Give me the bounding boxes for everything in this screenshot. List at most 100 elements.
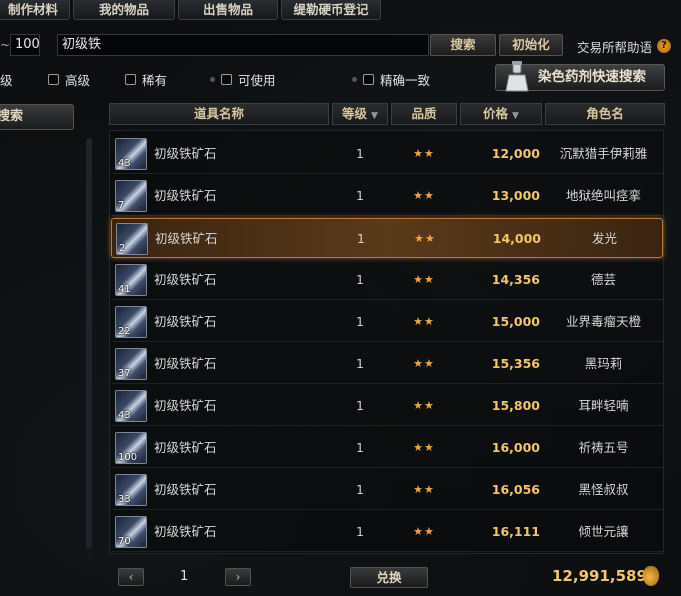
table-header: 道具名称 等级 ▼ 品质 价格 ▼ 角色名 [109,103,668,125]
table-row[interactable]: 7 初级铁矿石 1 ★★ 13,000 地狱绝叫痉挛 [111,176,663,216]
item-price: 16,000 [491,440,540,455]
item-price: 12,000 [491,146,540,161]
item-quantity: 22 [118,326,131,337]
left-scrollbar-thumb[interactable] [86,138,92,548]
item-quantity: 41 [118,284,131,295]
iron-ore-icon: 33 [115,474,147,506]
level-range-separator: ~ [0,38,11,52]
seller-name: 黑怪叔叔 [578,482,629,497]
item-quality: ★★ [413,273,435,286]
tab-my-items[interactable]: 我的物品 [73,0,175,20]
seller-name: 耳畔轻喃 [578,398,629,413]
search-button[interactable]: 搜索 [430,34,496,56]
tab-crafting-materials[interactable]: 制作材料 [0,0,70,20]
table-row[interactable]: 100 初级铁矿石 1 ★★ 16,000 祈祷五号 [111,428,663,468]
seller-name: 沉默猎手伊莉雅 [559,146,648,161]
item-name: 初级铁矿石 [154,188,217,203]
item-level: 1 [356,314,364,329]
item-quantity: 7 [118,200,125,211]
rare-checkbox[interactable] [125,74,136,85]
table-row[interactable]: 33 初级铁矿石 1 ★★ 16,056 黑怪叔叔 [111,470,663,510]
left-scrollbar[interactable] [86,138,92,558]
item-quantity: 100 [118,452,138,463]
item-quantity: 2 [119,243,126,254]
dot-icon [210,77,215,82]
usable-checkbox[interactable] [221,74,232,85]
item-level: 1 [356,482,364,497]
search-input[interactable]: 初级铁 [57,34,429,56]
left-search-button[interactable]: 搜索 [0,104,74,130]
iron-ore-icon: 22 [115,306,147,338]
item-name: 初级铁矿石 [154,314,217,329]
item-quality: ★★ [413,441,435,454]
seller-name: 地狱绝叫痉挛 [565,188,641,203]
col-price[interactable]: 价格 ▼ [460,103,542,125]
help-label: 交易所帮助语 [577,40,653,55]
table-row[interactable]: 22 初级铁矿石 1 ★★ 15,000 业界毒瘤天橙 [111,302,663,342]
item-level: 1 [356,398,364,413]
next-page-button[interactable]: › [225,568,251,586]
prev-page-button[interactable]: ‹ [118,568,144,586]
item-quality: ★★ [413,189,435,202]
item-level: 1 [356,188,364,203]
item-price: 15,800 [491,398,540,413]
sort-down-icon: ▼ [512,111,519,121]
filter-advanced[interactable]: 高级 [48,70,90,89]
advanced-label: 高级 [65,73,91,88]
item-quality: ★★ [413,357,435,370]
item-name: 初级铁矿石 [155,231,218,246]
table-row[interactable]: 43 初级铁矿石 1 ★★ 12,000 沉默猎手伊莉雅 [111,134,663,174]
item-quantity: 43 [118,410,131,421]
sort-down-icon: ▼ [371,111,378,121]
dye-quick-search-label: 染色药剂快速搜索 [538,69,646,85]
item-level: 1 [356,356,364,371]
usable-label: 可使用 [238,73,276,88]
dye-quick-search-button[interactable]: 染色药剂快速搜索 [495,61,665,92]
filter-rare[interactable]: 稀有 [125,70,167,89]
dot-icon [352,77,357,82]
item-name: 初级铁矿石 [154,398,217,413]
filter-level-label: 级 [0,73,13,88]
col-quality[interactable]: 品质 [391,103,457,125]
col-level[interactable]: 等级 ▼ [332,103,388,125]
table-row[interactable]: 2 初级铁矿石 1 ★★ 14,000 发光 [111,218,663,258]
reset-button[interactable]: 初始化 [499,34,563,56]
seller-name: 业界毒瘤天橙 [565,314,641,329]
iron-ore-icon: 70 [115,516,147,548]
iron-ore-icon: 41 [115,264,147,296]
col-price-label: 价格 [483,106,509,121]
item-name: 初级铁矿石 [154,482,217,497]
col-item-name[interactable]: 道具名称 [109,103,329,125]
tab-sell-items[interactable]: 出售物品 [178,0,278,20]
item-quantity: 70 [118,536,131,547]
tab-bar: 制作材料 我的物品 出售物品 缇勒硬币登记 [0,0,384,20]
item-name: 初级铁矿石 [154,356,217,371]
level-max-input[interactable]: 100 [10,34,40,56]
table-row[interactable]: 41 初级铁矿石 1 ★★ 14,356 德芸 [111,260,663,300]
item-level: 1 [357,231,365,246]
item-quality: ★★ [413,483,435,496]
item-name: 初级铁矿石 [154,524,217,539]
table-row[interactable]: 37 初级铁矿石 1 ★★ 15,356 黑玛莉 [111,344,663,384]
iron-ore-icon: 43 [115,138,147,170]
item-price: 14,356 [491,272,540,287]
exchange-button[interactable]: 兑换 [350,567,428,588]
table-row[interactable]: 70 初级铁矿石 1 ★★ 16,111 倾世元讓 [111,512,663,552]
seller-name: 发光 [591,231,617,246]
help-icon[interactable]: ? [657,39,671,53]
seller-name: 德芸 [590,272,616,287]
filter-exact[interactable]: 精确一致 [352,70,430,89]
item-level: 1 [356,146,364,161]
filter-usable[interactable]: 可使用 [210,70,276,89]
col-character-name[interactable]: 角色名 [545,103,665,125]
item-quality: ★★ [414,232,436,245]
item-price: 14,000 [492,231,541,246]
item-quality: ★★ [413,399,435,412]
table-row[interactable]: 43 初级铁矿石 1 ★★ 15,800 耳畔轻喃 [111,386,663,426]
exact-checkbox[interactable] [363,74,374,85]
seller-name: 倾世元讓 [578,524,629,539]
iron-ore-icon: 37 [115,348,147,380]
tab-tiller-coin-register[interactable]: 缇勒硬币登记 [281,0,381,20]
advanced-checkbox[interactable] [48,74,59,85]
iron-ore-icon: 100 [115,432,147,464]
